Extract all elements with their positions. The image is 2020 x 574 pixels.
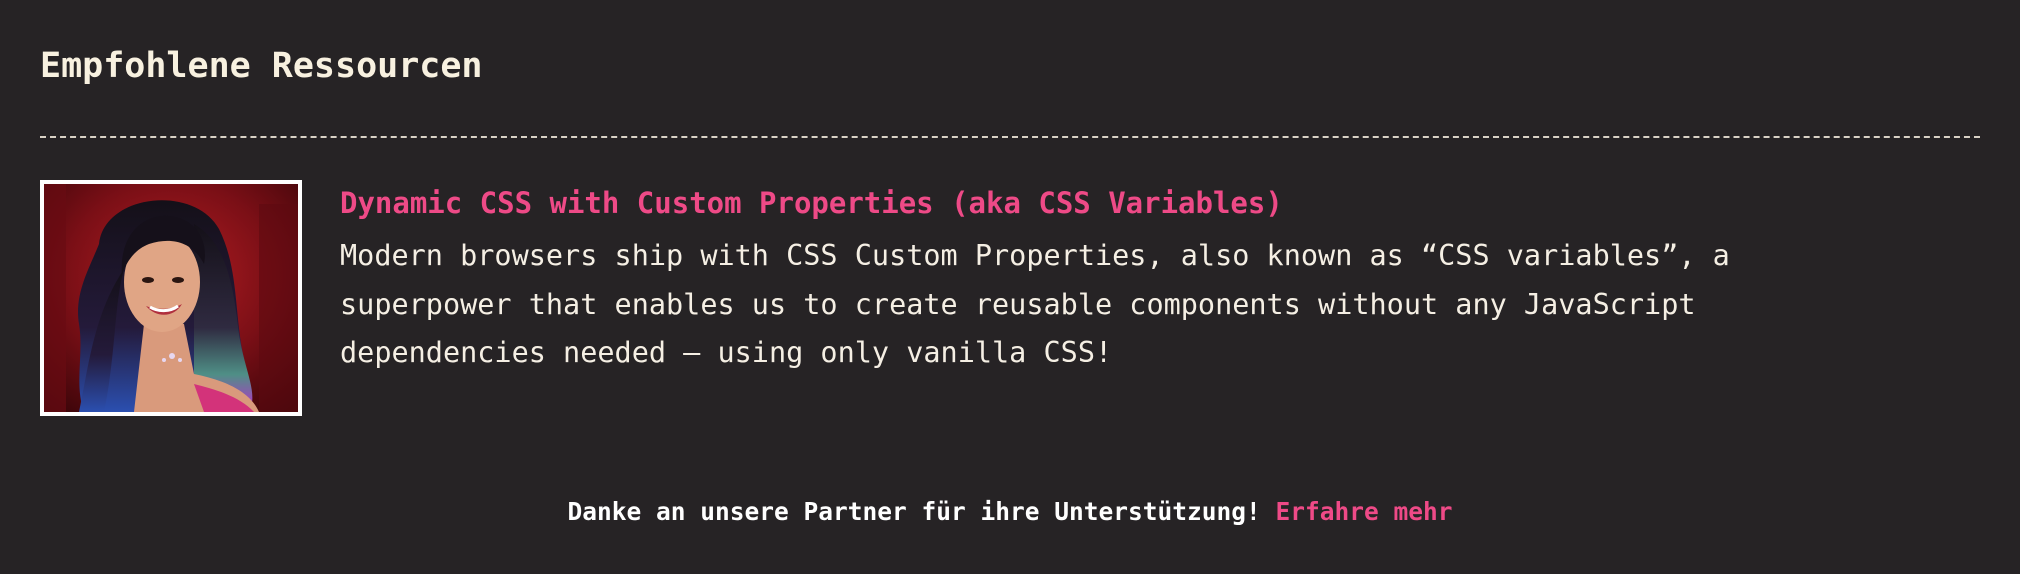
resource-description: Modern browsers ship with CSS Custom Pro… xyxy=(340,239,1730,369)
resource-thumbnail[interactable] xyxy=(40,180,302,416)
resource-title-link[interactable]: Dynamic CSS with Custom Properties (aka … xyxy=(340,186,1283,220)
section-divider xyxy=(40,136,1980,138)
section-title: Empfohlene Ressourcen xyxy=(40,46,483,86)
partner-thanks-text: Danke an unsere Partner für ihre Unterst… xyxy=(567,497,1261,526)
learn-more-link[interactable]: Erfahre mehr xyxy=(1276,497,1453,526)
resource-card: Dynamic CSS with Custom Properties (aka … xyxy=(40,180,1980,416)
partner-footer: Danke an unsere Partner für ihre Unterst… xyxy=(0,497,2020,526)
portrait-photo xyxy=(44,184,298,412)
